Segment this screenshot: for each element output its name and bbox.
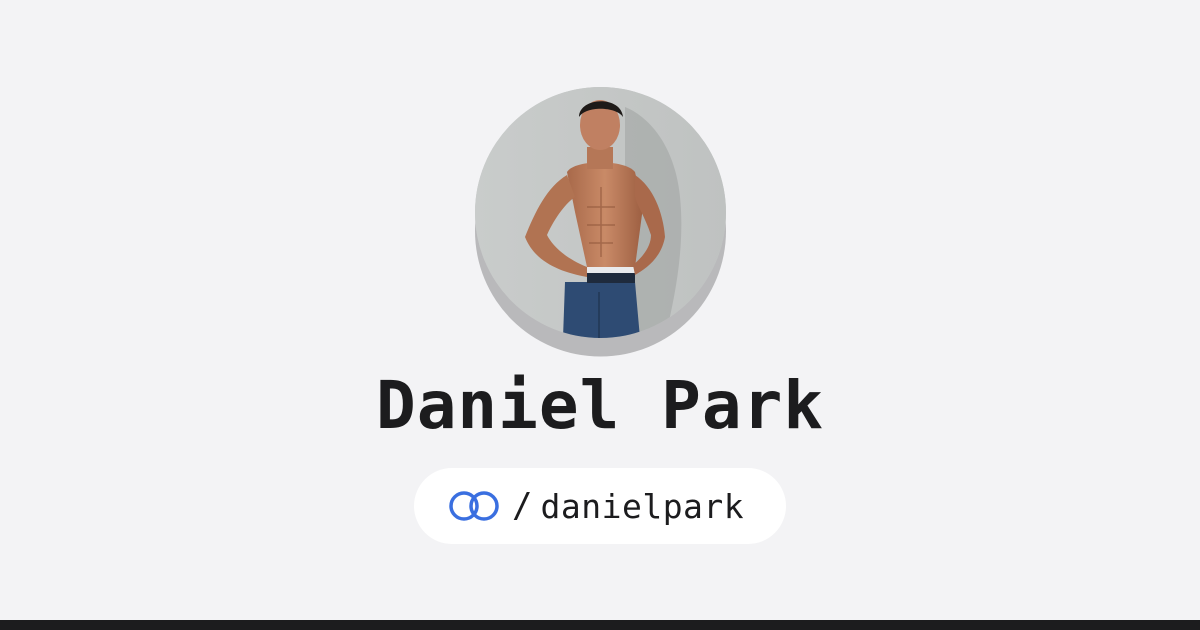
link-rings-icon <box>446 488 502 524</box>
profile-name: Daniel Park <box>375 367 825 444</box>
handle-separator: / <box>512 486 533 526</box>
handle-username: danielpark <box>540 486 745 526</box>
bottom-bar <box>0 620 1200 630</box>
avatar <box>475 87 726 357</box>
person-photo-illustration <box>475 87 726 338</box>
profile-handle-link[interactable]: / danielpark <box>414 468 786 544</box>
avatar-photo <box>475 87 726 338</box>
